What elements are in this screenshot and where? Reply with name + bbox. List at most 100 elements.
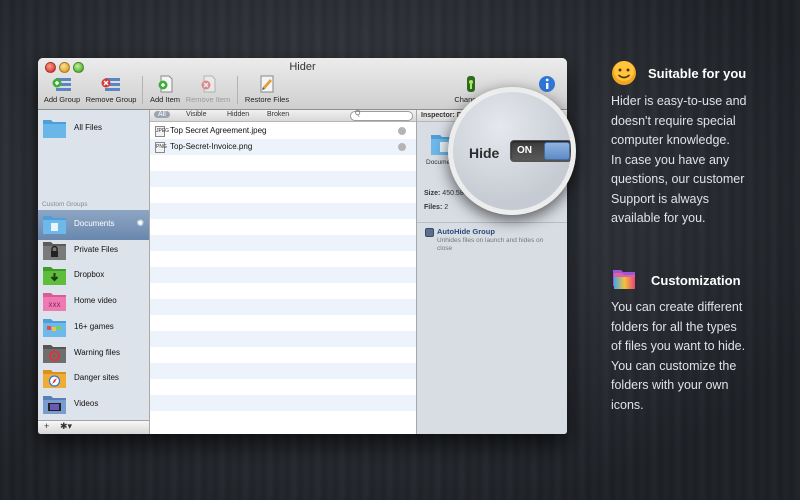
- empty-row: [150, 251, 416, 267]
- autohide-title: AutoHide Group: [437, 227, 495, 236]
- add-group-small-button[interactable]: +: [44, 421, 49, 431]
- add-group-label: Add Group: [43, 95, 81, 104]
- toggle-state: ON: [517, 145, 532, 156]
- hide-toggle[interactable]: ON: [510, 140, 571, 162]
- window-title: Hider: [289, 61, 316, 73]
- restore-files-icon: [260, 75, 274, 93]
- add-item-icon: [158, 75, 173, 93]
- file-row[interactable]: PNG Top-Secret-Invoice.png: [150, 139, 416, 155]
- games-folder-icon: [43, 318, 66, 337]
- empty-row: [150, 219, 416, 235]
- add-item-button[interactable]: Add Item: [148, 75, 182, 109]
- filter-broken[interactable]: Broken: [267, 111, 289, 118]
- toolbar-separator: [142, 76, 143, 104]
- remove-item-label: Remove Item: [185, 95, 231, 104]
- file-row[interactable]: JPEG Top Secret Agreement.jpeg: [150, 123, 416, 139]
- empty-row: [150, 283, 416, 299]
- autohide-description: Unhides files on launch and hides on clo…: [437, 237, 544, 252]
- sidebar-item-all-files[interactable]: All Files: [38, 114, 149, 144]
- empty-row: [150, 411, 416, 427]
- divider: [417, 222, 567, 223]
- sidebar: All Files Custom Groups Documents ✺ Priv…: [38, 110, 150, 434]
- lock-icon: [467, 76, 475, 92]
- sidebar-item-label: Dropbox: [74, 270, 105, 280]
- file-icon: JPEG: [155, 126, 169, 137]
- search-input[interactable]: Q: [350, 110, 413, 121]
- sidebar-item-label: Warning files: [74, 347, 120, 357]
- remove-group-icon: [101, 78, 120, 91]
- remove-item-button[interactable]: Remove Item: [185, 75, 231, 109]
- remove-item-icon: [201, 75, 216, 93]
- size-label: Size:: [424, 190, 441, 197]
- restore-files-button[interactable]: Restore Files: [243, 75, 291, 109]
- size-value: 450.58: [442, 190, 464, 197]
- sidebar-bottom-bar: + ✱▾: [38, 420, 149, 434]
- empty-row: [150, 331, 416, 347]
- filter-hidden[interactable]: Hidden: [227, 111, 249, 118]
- add-group-button[interactable]: Add Group: [43, 75, 81, 109]
- inspector-files: Files: 2: [424, 204, 448, 211]
- empty-row: [150, 395, 416, 411]
- autohide-checkbox[interactable]: [425, 228, 434, 237]
- empty-row: [150, 363, 416, 379]
- remove-group-label: Remove Group: [85, 95, 137, 104]
- sidebar-item-label: Videos: [74, 399, 99, 408]
- toolbar-separator: [237, 76, 238, 104]
- sidebar-item-label: Private Files: [74, 244, 119, 254]
- sidebar-item-label: Home video: [74, 296, 117, 306]
- files-value: 2: [444, 204, 449, 211]
- empty-row: [150, 203, 416, 219]
- restore-files-label: Restore Files: [244, 95, 290, 104]
- file-name: Top Secret Agreement.jpeg: [170, 126, 267, 135]
- sidebar-section-label: Custom Groups: [42, 201, 88, 208]
- smiley-icon: [612, 61, 636, 85]
- magnifier-callout: Hide ON: [448, 87, 576, 215]
- feature-title: Customization: [651, 273, 741, 288]
- file-list: All Visible Hidden Broken Q JPEG Top Secr…: [150, 110, 416, 434]
- filter-bar: All Visible Hidden Broken Q: [150, 110, 416, 122]
- feature-title: Suitable for you: [648, 66, 747, 81]
- feature-description: You can create different folders for all…: [611, 300, 746, 412]
- empty-row: [150, 299, 416, 315]
- add-group-icon: [52, 78, 71, 91]
- empty-row: [150, 379, 416, 395]
- empty-row: [150, 267, 416, 283]
- svg-text:XXX: XXX: [48, 302, 60, 309]
- feature-description: Hider is easy-to-use and doesn't require…: [611, 94, 747, 225]
- toggle-knob: [544, 142, 570, 160]
- empty-row: [150, 171, 416, 187]
- empty-row: [150, 315, 416, 331]
- file-name: Top-Secret-Invoice.png: [170, 142, 253, 151]
- file-icon: PNG: [155, 142, 167, 153]
- empty-row: [150, 347, 416, 363]
- gear-menu-button[interactable]: ✱▾: [60, 421, 72, 432]
- sidebar-item-label: All Files: [74, 123, 103, 132]
- film-folder-icon: [43, 396, 66, 414]
- remove-group-button[interactable]: Remove Group: [85, 75, 137, 109]
- hide-label: Hide: [469, 145, 500, 161]
- visibility-toggle-icon[interactable]: [398, 143, 406, 151]
- sidebar-item-label: Documents: [74, 219, 115, 228]
- autohide-indicator-icon: ✺: [136, 218, 144, 228]
- add-item-label: Add Item: [149, 95, 180, 104]
- filter-visible[interactable]: Visible: [186, 111, 207, 118]
- empty-row: [150, 187, 416, 203]
- visibility-toggle-icon[interactable]: [398, 127, 406, 135]
- xxx-folder-icon: XXX: [43, 293, 66, 312]
- empty-row: [150, 235, 416, 251]
- all-files-folder-icon: [43, 120, 66, 138]
- search-icon: Q: [355, 110, 361, 117]
- safari-folder-icon: [43, 370, 66, 389]
- filter-all[interactable]: All: [154, 111, 170, 118]
- lock-folder-icon: [43, 241, 66, 260]
- sidebar-item-label: Danger sites: [74, 373, 119, 383]
- documents-folder-icon: [43, 216, 66, 234]
- empty-row: [150, 155, 416, 171]
- folders-icon: [613, 270, 635, 289]
- biohazard-folder-icon: [43, 344, 66, 363]
- dropbox-folder-icon: [43, 267, 66, 286]
- info-icon: [539, 76, 555, 92]
- sidebar-item-label: 16+ games: [74, 321, 114, 331]
- files-label: Files:: [424, 204, 443, 211]
- sidebar-item-videos[interactable]: Videos: [38, 390, 149, 420]
